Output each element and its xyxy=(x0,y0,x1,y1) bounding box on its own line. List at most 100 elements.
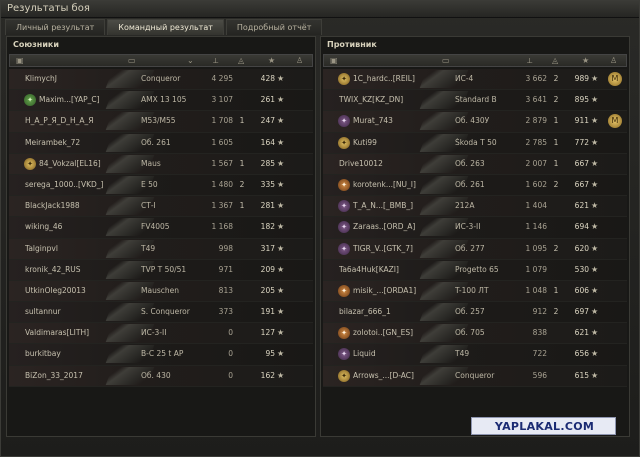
xp-value: 615 xyxy=(574,370,589,380)
damage-column-icon[interactable]: ⟂ xyxy=(527,56,532,66)
player-name[interactable]: TIGR_V..[GTK_7] xyxy=(353,244,449,254)
player-name[interactable]: UtkinOleg20013 xyxy=(25,286,135,296)
table-row[interactable]: wiking_46 FV4005 1 168 182 ★ xyxy=(9,217,313,239)
vehicle-name: Progetto 65 xyxy=(455,264,499,274)
kills-column-icon[interactable]: ◬ xyxy=(552,56,558,66)
xp-star-icon: ★ xyxy=(591,264,599,274)
table-row[interactable]: ✦ 1С_hardc..[REIL] ИС-4 3 662 2 989 ★ M xyxy=(323,69,627,91)
damage-value: 998 xyxy=(218,243,233,253)
platoon-column-icon[interactable]: ▣ xyxy=(330,56,338,66)
table-row[interactable]: Meirambek_72 Об. 261 1 605 164 ★ xyxy=(9,132,313,154)
player-name[interactable]: Maxim...[YAP_C] xyxy=(39,95,135,105)
table-row[interactable]: ✦ korotenk...[NU_I] Об. 261 1 602 2 667 ★ xyxy=(323,174,627,197)
player-name[interactable]: BiZon_33_2017 xyxy=(25,371,135,381)
table-row[interactable]: BlackJack1988 СТ-I 1 367 1 281 ★ xyxy=(9,196,313,218)
table-row[interactable]: Valdimaras[LITH] ИС-3-II 0 127 ★ xyxy=(9,323,313,345)
xp-star-icon: ★ xyxy=(591,349,599,359)
damage-value: 1 605 xyxy=(211,137,233,147)
player-name[interactable]: Zaraas..[ORD_A] xyxy=(353,222,449,232)
table-row[interactable]: ✦ zolotoi..[GN_ES] Об. 705 838 621 ★ xyxy=(323,323,627,345)
table-row[interactable]: ✦ Zaraas..[ORD_A] ИС-3-II 1 146 694 ★ xyxy=(323,217,627,239)
table-row[interactable]: serega_1000..[VKD_] E 50 1 480 2 335 ★ xyxy=(9,174,313,197)
table-row[interactable]: H_A_P_Я_D_H_A_Я M53/M55 1 708 1 247 ★ xyxy=(9,111,313,133)
medal-column-icon[interactable]: ♙ xyxy=(296,56,303,66)
table-row[interactable]: BiZon_33_2017 Об. 430 0 162 ★ xyxy=(9,365,313,387)
player-badge-icon: ✦ xyxy=(338,369,350,382)
player-name[interactable]: Valdimaras[LITH] xyxy=(25,328,135,338)
player-name[interactable]: Talginpvl xyxy=(25,244,135,254)
xp-column-star-icon[interactable]: ★ xyxy=(268,56,275,66)
player-name[interactable]: T_A_N...[_BMB_] xyxy=(353,201,449,211)
kills-column-icon[interactable]: ◬ xyxy=(238,56,244,66)
xp-star-icon: ★ xyxy=(591,95,599,105)
tab-detailed-report[interactable]: Подробный отчёт xyxy=(225,19,323,35)
table-row[interactable]: ✦ Liquid T49 722 656 ★ xyxy=(323,344,627,366)
player-name[interactable]: wiking_46 xyxy=(25,222,135,232)
vehicle-name: TVP T 50/51 xyxy=(141,264,187,274)
xp-star-icon: ★ xyxy=(277,264,285,274)
tab-team-result[interactable]: Командный результат xyxy=(107,19,224,35)
player-name[interactable]: Kuti99 xyxy=(353,138,449,148)
vehicle-column-icon[interactable]: ▭ xyxy=(128,56,136,66)
table-row[interactable]: ✦ Maxim...[YAP_C] AMX 13 105 3 107 261 ★ xyxy=(9,90,313,112)
damage-value: 1 079 xyxy=(525,264,547,274)
player-name[interactable]: Arrows_...[D-AC] xyxy=(353,371,449,381)
sort-chevron-down-icon[interactable]: ⌄ xyxy=(187,56,194,66)
player-name[interactable]: serega_1000..[VKD_] xyxy=(25,180,135,190)
player-name[interactable]: zolotoi..[GN_ES] xyxy=(353,328,449,338)
vehicle-column-icon[interactable]: ▭ xyxy=(442,56,450,66)
player-name[interactable]: BlackJack1988 xyxy=(25,201,135,211)
table-row[interactable]: Talginpvl T49 998 317 ★ xyxy=(9,238,313,260)
table-row[interactable]: ✦ Kuti99 Škoda T 50 2 785 1 772 ★ xyxy=(323,132,627,154)
player-name[interactable]: Ta6a4Huk[KAZI] xyxy=(339,265,449,275)
player-name[interactable]: kronik_42_RUS xyxy=(25,265,135,275)
damage-value: 0 xyxy=(228,328,233,338)
player-name[interactable]: TWIX_KZ[KZ_DN] xyxy=(339,95,449,105)
damage-column-icon[interactable]: ⟂ xyxy=(213,56,218,66)
player-name[interactable]: bilazar_666_1 xyxy=(339,307,449,317)
table-row[interactable]: ✦ TIGR_V..[GTK_7] Об. 277 1 095 2 620 ★ xyxy=(323,238,627,260)
table-row[interactable]: sultannur S. Conqueror 373 191 ★ xyxy=(9,302,313,324)
xp-star-icon: ★ xyxy=(591,158,599,168)
table-row[interactable]: ✦ misik_...[ORDA1] T-100 ЛТ 1 048 1 606 ★ xyxy=(323,280,627,303)
player-name[interactable]: misik_...[ORDA1] xyxy=(353,286,449,296)
xp-star-icon: ★ xyxy=(277,285,285,295)
player-name[interactable]: 84_Vokzal[EL16] xyxy=(39,159,135,169)
xp-star-icon: ★ xyxy=(277,95,285,105)
table-row[interactable]: kronik_42_RUS TVP T 50/51 971 209 ★ xyxy=(9,259,313,281)
damage-value: 3 107 xyxy=(211,95,233,105)
player-name[interactable]: Murat_743 xyxy=(353,116,449,126)
player-name[interactable]: Meirambek_72 xyxy=(25,138,135,148)
table-row[interactable]: Ta6a4Huk[KAZI] Progetto 65 1 079 530 ★ xyxy=(323,259,627,281)
table-row[interactable]: bilazar_666_1 Об. 257 912 2 697 ★ xyxy=(323,302,627,324)
player-name[interactable]: Drive10012 xyxy=(339,159,449,169)
vehicle-name: Škoda T 50 xyxy=(455,137,497,147)
table-row[interactable]: KlimychJ Conqueror 4 295 428 ★ xyxy=(9,69,313,91)
vehicle-name: ИС-3-II xyxy=(141,328,167,338)
table-row[interactable]: burkitbay B-C 25 t AP 0 95 ★ xyxy=(9,344,313,366)
table-row[interactable]: Drive10012 Об. 263 2 007 1 667 ★ xyxy=(323,153,627,175)
player-name[interactable]: sultannur xyxy=(25,307,135,317)
xp-column-star-icon[interactable]: ★ xyxy=(582,56,589,66)
table-row[interactable]: ✦ Arrows_...[D-AC] Conqueror 596 615 ★ xyxy=(323,365,627,387)
medal-column-icon[interactable]: ♙ xyxy=(610,56,617,66)
player-name[interactable]: korotenk...[NU_I] xyxy=(353,180,449,190)
player-name[interactable]: 1С_hardc..[REIL] xyxy=(353,74,449,84)
table-row[interactable]: TWIX_KZ[KZ_DN] Standard B3 641 2 895 ★ xyxy=(323,90,627,112)
vehicle-name: Об. 705 xyxy=(455,328,485,338)
xp-star-icon: ★ xyxy=(591,285,599,295)
damage-value: 971 xyxy=(218,264,233,274)
player-badge-icon: ✦ xyxy=(338,327,350,340)
table-row[interactable]: UtkinOleg20013 Mauschen 813 205 ★ xyxy=(9,280,313,303)
tab-personal-result[interactable]: Личный результат xyxy=(5,19,106,35)
table-row[interactable]: ✦ Murat_743 Об. 430У 2 879 1 911 ★ M xyxy=(323,111,627,133)
table-row[interactable]: ✦ 84_Vokzal[EL16] Maus 1 567 1 285 ★ xyxy=(9,153,313,175)
table-row[interactable]: ✦ T_A_N...[_BMB_] 212A 1 404 621 ★ xyxy=(323,196,627,218)
damage-value: 1 048 xyxy=(525,285,547,295)
platoon-column-icon[interactable]: ▣ xyxy=(16,56,24,66)
xp-value: 247 xyxy=(260,116,275,126)
player-name[interactable]: burkitbay xyxy=(25,349,135,359)
player-name[interactable]: Liquid xyxy=(353,349,449,359)
player-name[interactable]: KlimychJ xyxy=(25,74,135,84)
player-name[interactable]: H_A_P_Я_D_H_A_Я xyxy=(25,116,135,126)
